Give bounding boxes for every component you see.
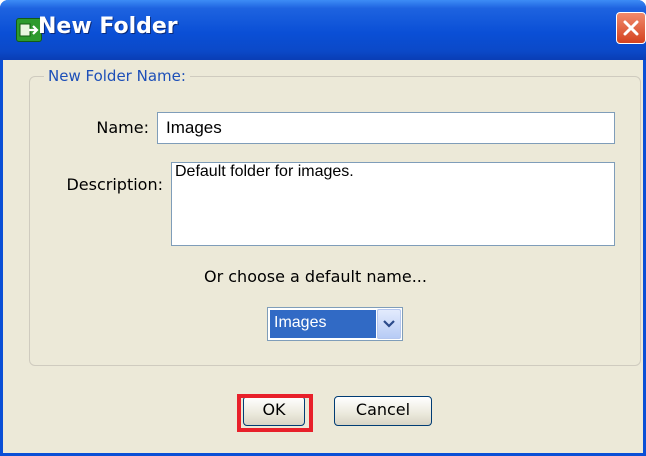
close-button[interactable]	[616, 12, 646, 44]
ok-button-highlight	[237, 394, 313, 432]
title-bar[interactable]: New Folder	[0, 0, 646, 60]
description-field[interactable]: Default folder for images.	[171, 162, 615, 246]
name-field[interactable]	[157, 112, 615, 144]
chevron-down-icon	[383, 320, 395, 328]
group-legend: New Folder Name:	[44, 67, 190, 85]
close-icon	[623, 20, 639, 36]
default-name-hint: Or choose a default name...	[204, 267, 427, 286]
cancel-button[interactable]: Cancel	[334, 396, 432, 426]
default-name-selected-value: Images	[270, 310, 376, 338]
default-name-select[interactable]: Images	[267, 307, 403, 341]
name-label: Name:	[96, 118, 149, 137]
dropdown-button[interactable]	[377, 309, 401, 339]
window-title: New Folder	[38, 14, 178, 39]
description-label: Description:	[66, 175, 163, 194]
new-folder-dialog: New Folder New Folder Name: Name: Descri…	[0, 0, 646, 456]
